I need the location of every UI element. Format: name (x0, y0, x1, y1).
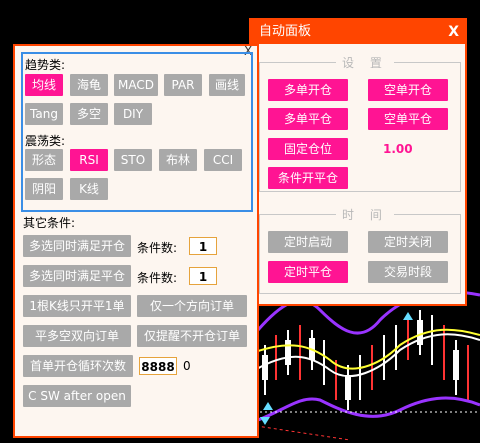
auto-panel-title-text: 自动面板 (259, 24, 312, 39)
osc-bollinger-button[interactable]: 布林 (159, 149, 197, 171)
trend-turtle-button[interactable]: 海龟 (70, 74, 108, 96)
trend-drawline-button[interactable]: 画线 (209, 74, 245, 96)
osc-sto-button[interactable]: STO (114, 149, 152, 171)
auto-panel: 自动面板 X 设 置 多单开仓 空单开仓 多单平仓 空单平仓 固定仓位 1.00… (249, 18, 467, 306)
osc-yinyang-button[interactable]: 阴阳 (25, 178, 63, 200)
timed-stop-button[interactable]: 定时关闭 (368, 231, 448, 253)
open-count-input[interactable]: 1 (189, 237, 217, 255)
close-count-label: 条件数: (137, 271, 178, 285)
csw-after-open-button[interactable]: C SW after open (23, 385, 131, 407)
first-open-loop-button[interactable]: 首单开仓循环次数 (23, 355, 133, 377)
trend-tang-button[interactable]: Tang (25, 103, 63, 125)
trend-label: 趋势类: (25, 58, 66, 72)
condition-open-button[interactable]: 条件开平仓 (268, 167, 348, 189)
loop-count-input[interactable]: 8888 (139, 357, 177, 375)
time-group-label: 时 间 (336, 206, 394, 223)
osc-cci-button[interactable]: CCI (204, 149, 242, 171)
fixed-position-value: 1.00 (383, 142, 413, 156)
multi-open-button[interactable]: 多单开仓 (268, 79, 348, 101)
time-group: 时 间 定时启动 定时关闭 定时平仓 交易时段 (259, 206, 461, 294)
short-open-button[interactable]: 空单开仓 (368, 79, 448, 101)
timed-flat-button[interactable]: 定时平仓 (268, 261, 348, 283)
osc-kline-button[interactable]: K线 (70, 178, 108, 200)
loop-count-current: 0 (183, 359, 191, 373)
osc-rsi-button[interactable]: RSI (70, 149, 108, 171)
auto-panel-close-icon[interactable]: X (448, 22, 459, 42)
trend-macd-button[interactable]: MACD (114, 74, 158, 96)
trend-ma-button[interactable]: 均线 (25, 74, 63, 96)
fixed-position-button[interactable]: 固定仓位 (268, 138, 348, 160)
settings-group-label: 设 置 (336, 54, 394, 71)
main-panel: X 趋势类: 均线 海龟 MACD PAR 画线 Tang 多空 DIY 震荡类… (13, 44, 259, 438)
short-close-button[interactable]: 空单平仓 (368, 108, 448, 130)
multi-close-condition-button[interactable]: 多选同时满足平仓 (23, 265, 131, 287)
trend-longshort-button[interactable]: 多空 (70, 103, 108, 125)
one-direction-button[interactable]: 仅一个方向订单 (137, 295, 247, 317)
open-count-label: 条件数: (137, 241, 178, 255)
one-bar-one-order-button[interactable]: 1根K线只开平1单 (23, 295, 131, 317)
multi-open-condition-button[interactable]: 多选同时满足开仓 (23, 235, 131, 257)
trend-par-button[interactable]: PAR (164, 74, 202, 96)
timed-start-button[interactable]: 定时启动 (268, 231, 348, 253)
remind-only-button[interactable]: 仅提醒不开仓订单 (137, 325, 247, 347)
osc-pattern-button[interactable]: 形态 (25, 149, 63, 171)
flat-bidirectional-button[interactable]: 平多空双向订单 (23, 325, 131, 347)
settings-group: 设 置 多单开仓 空单开仓 多单平仓 空单平仓 固定仓位 1.00 条件开平仓 (259, 54, 461, 192)
trend-diy-button[interactable]: DIY (114, 103, 152, 125)
other-conditions-label: 其它条件: (23, 216, 76, 230)
indicator-selection-box: 趋势类: 均线 海龟 MACD PAR 画线 Tang 多空 DIY 震荡类: … (21, 52, 253, 212)
close-count-input[interactable]: 1 (189, 267, 217, 285)
multi-close-button[interactable]: 多单平仓 (268, 108, 348, 130)
trading-session-button[interactable]: 交易时段 (368, 261, 448, 283)
oscillator-label: 震荡类: (25, 134, 66, 148)
auto-panel-title: 自动面板 X (251, 20, 465, 44)
